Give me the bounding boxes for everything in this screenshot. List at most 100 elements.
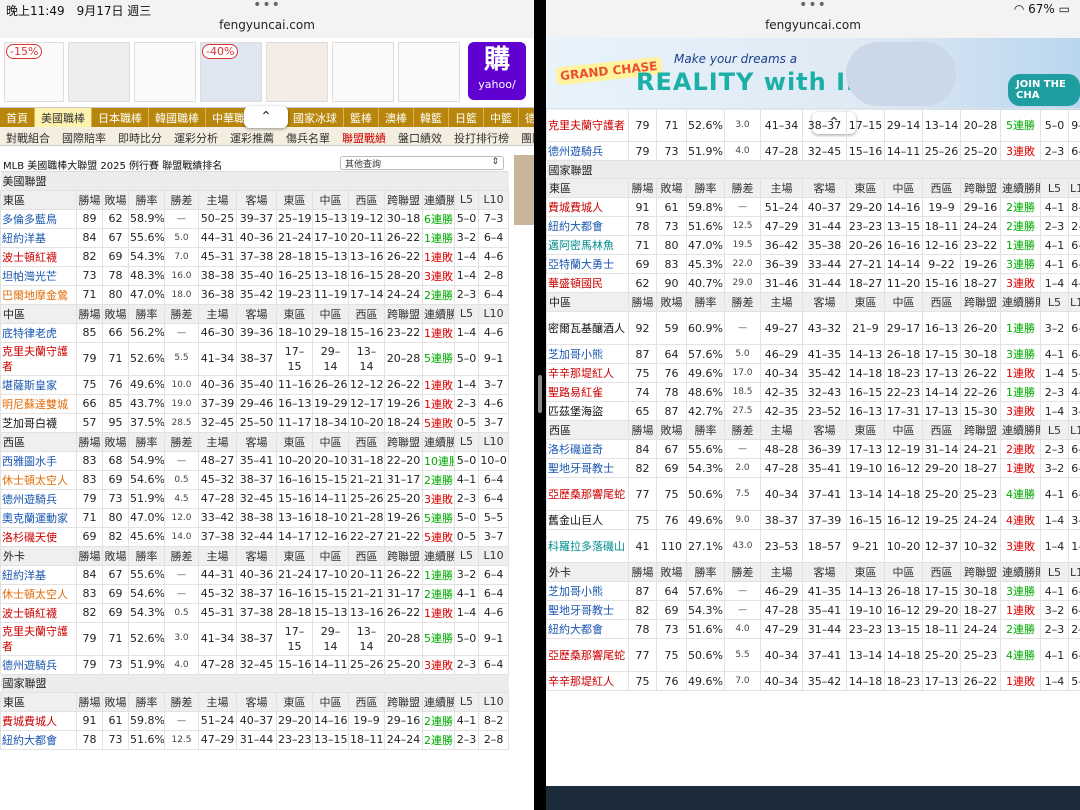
- column-header[interactable]: 客場: [236, 303, 277, 324]
- team-link[interactable]: 華盛頓國民: [546, 273, 629, 293]
- column-header[interactable]: 敗場: [102, 189, 129, 210]
- column-header[interactable]: 敗場: [102, 691, 129, 712]
- team-link[interactable]: 德州遊騎兵: [0, 488, 77, 509]
- column-header[interactable]: L10: [477, 545, 510, 566]
- column-header[interactable]: 東區: [276, 431, 313, 452]
- column-header[interactable]: 勝差: [164, 431, 199, 452]
- team-link[interactable]: 科羅拉多落磯山: [546, 529, 629, 563]
- nav-item[interactable]: 國際賠率: [56, 127, 112, 149]
- column-header[interactable]: 敗場: [656, 178, 687, 198]
- nav-item[interactable]: 日本職棒: [92, 108, 149, 128]
- column-header[interactable]: 勝率: [686, 178, 725, 198]
- column-header[interactable]: L5: [1040, 178, 1069, 198]
- team-link[interactable]: 克里夫蘭守護者: [0, 341, 77, 376]
- column-header[interactable]: 中區: [312, 303, 349, 324]
- column-header[interactable]: 主場: [760, 420, 803, 440]
- column-header[interactable]: 跨聯盟: [384, 303, 423, 324]
- column-header[interactable]: 勝場: [76, 691, 103, 712]
- team-link[interactable]: 紐約洋基: [0, 564, 77, 585]
- chevron-up-icon[interactable]: ⌃: [244, 106, 288, 128]
- column-header[interactable]: 西區: [348, 545, 385, 566]
- team-link[interactable]: 芝加哥小熊: [546, 581, 629, 601]
- column-header[interactable]: 勝差: [724, 562, 761, 582]
- team-link[interactable]: 底特律老虎: [0, 322, 77, 343]
- team-link[interactable]: 紐約洋基: [0, 227, 77, 248]
- column-header[interactable]: 連續勝敗: [422, 431, 455, 452]
- nav-item[interactable]: 德籃: [519, 108, 534, 128]
- column-header[interactable]: 連續勝敗: [1000, 292, 1041, 312]
- team-link[interactable]: 費城費城人: [546, 197, 629, 217]
- column-header[interactable]: 敗場: [656, 420, 687, 440]
- column-header[interactable]: 勝差: [164, 189, 199, 210]
- column-header[interactable]: L5: [454, 189, 479, 210]
- ad-thumb[interactable]: [398, 42, 460, 102]
- column-header[interactable]: 勝場: [76, 545, 103, 566]
- column-header[interactable]: 中區: [312, 545, 349, 566]
- column-header[interactable]: 勝率: [686, 292, 725, 312]
- column-header[interactable]: 西區: [348, 303, 385, 324]
- column-header[interactable]: 跨聯盟: [384, 691, 423, 712]
- column-header[interactable]: 西區: [922, 178, 961, 198]
- column-header[interactable]: 連續勝敗: [1000, 178, 1041, 198]
- column-header[interactable]: 主場: [760, 562, 803, 582]
- column-header[interactable]: 西區: [922, 420, 961, 440]
- team-link[interactable]: 洛杉磯道奇: [546, 439, 629, 459]
- column-header[interactable]: L5: [1040, 420, 1069, 440]
- column-header[interactable]: 勝差: [164, 545, 199, 566]
- column-header[interactable]: 連續勝敗: [1000, 562, 1041, 582]
- column-header[interactable]: 客場: [802, 178, 847, 198]
- team-link[interactable]: 匹茲堡海盜: [546, 401, 629, 421]
- column-header[interactable]: 中區: [884, 178, 923, 198]
- column-header[interactable]: L10: [477, 691, 510, 712]
- column-header[interactable]: 跨聯盟: [384, 545, 423, 566]
- column-header[interactable]: L10: [1068, 292, 1080, 312]
- team-link[interactable]: 西雅圖水手: [0, 450, 77, 471]
- column-header[interactable]: 勝率: [128, 545, 165, 566]
- column-header[interactable]: 勝率: [128, 189, 165, 210]
- column-header[interactable]: 敗場: [656, 292, 687, 312]
- column-header[interactable]: 主場: [198, 189, 237, 210]
- column-header[interactable]: 東區: [276, 303, 313, 324]
- column-header[interactable]: 東區: [276, 189, 313, 210]
- nav-item[interactable]: 國家冰球: [287, 108, 344, 128]
- nav-item[interactable]: 即時比分: [112, 127, 168, 149]
- team-link[interactable]: 聖地牙哥教士: [546, 600, 629, 620]
- team-link[interactable]: 紐約大都會: [0, 729, 77, 750]
- team-link[interactable]: 芝加哥白襪: [0, 412, 77, 433]
- team-link[interactable]: 克里夫蘭守護者: [0, 621, 77, 656]
- nav-item[interactable]: 中籃: [484, 108, 519, 128]
- team-link[interactable]: 亞歷桑那響尾蛇: [546, 477, 629, 511]
- column-header[interactable]: 跨聯盟: [384, 189, 423, 210]
- team-link[interactable]: 坦帕灣光芒: [0, 265, 77, 286]
- column-header[interactable]: 東區: [846, 292, 885, 312]
- column-header[interactable]: 客場: [802, 292, 847, 312]
- column-header[interactable]: 主場: [198, 691, 237, 712]
- team-link[interactable]: 聖地牙哥教士: [546, 458, 629, 478]
- team-link[interactable]: 辛辛那堤紅人: [546, 363, 629, 383]
- team-link[interactable]: 舊金山巨人: [546, 510, 629, 530]
- team-link[interactable]: 休士頓太空人: [0, 583, 77, 604]
- team-link[interactable]: 德州遊騎兵: [546, 141, 629, 161]
- column-header[interactable]: 跨聯盟: [960, 178, 1001, 198]
- column-header[interactable]: 連續勝敗: [422, 545, 455, 566]
- yahoo-logo[interactable]: 購 yahoo/: [468, 42, 526, 100]
- column-header[interactable]: 敗場: [102, 545, 129, 566]
- team-link[interactable]: 巴爾地摩金鶯: [0, 284, 77, 305]
- column-header[interactable]: 西區: [348, 691, 385, 712]
- column-header[interactable]: 敗場: [102, 303, 129, 324]
- multitask-dots-icon[interactable]: •••: [799, 0, 827, 13]
- column-header[interactable]: 東區: [276, 691, 313, 712]
- team-link[interactable]: 費城費城人: [0, 710, 77, 731]
- column-header[interactable]: 勝差: [724, 292, 761, 312]
- team-link[interactable]: 亞特蘭大勇士: [546, 254, 629, 274]
- nav-item[interactable]: 日籃: [449, 108, 484, 128]
- column-header[interactable]: 客場: [236, 431, 277, 452]
- column-header[interactable]: 勝率: [128, 431, 165, 452]
- side-ad-image[interactable]: [514, 155, 534, 225]
- drag-handle-icon[interactable]: [538, 375, 542, 413]
- column-header[interactable]: 主場: [198, 431, 237, 452]
- team-link[interactable]: 德州遊騎兵: [0, 654, 77, 675]
- column-header[interactable]: L10: [477, 303, 510, 324]
- column-header[interactable]: 東區: [846, 178, 885, 198]
- column-header[interactable]: 勝差: [724, 178, 761, 198]
